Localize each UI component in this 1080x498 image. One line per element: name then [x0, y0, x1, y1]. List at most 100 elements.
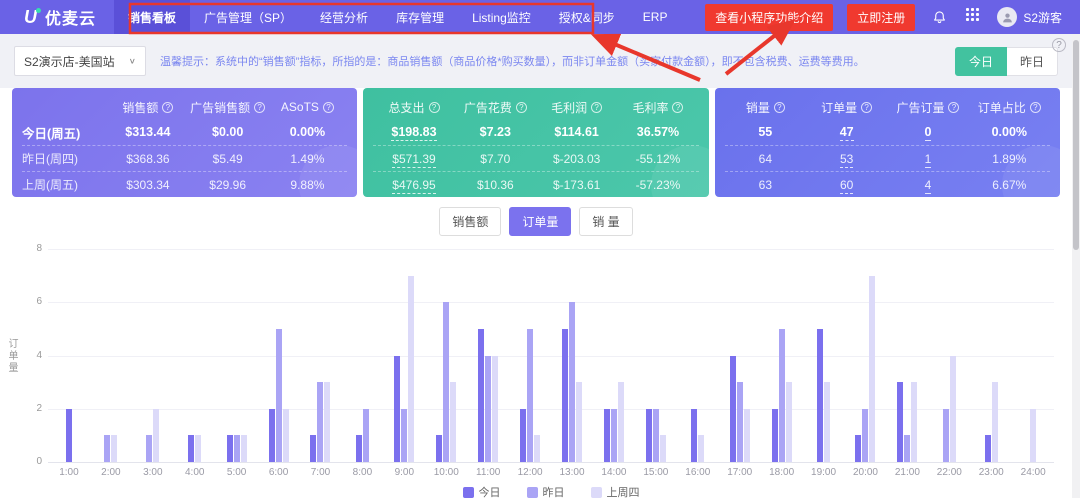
bar-昨日[interactable]	[611, 409, 617, 462]
bar-今日[interactable]	[691, 409, 697, 462]
help-icon[interactable]: ?	[948, 102, 959, 113]
bar-今日[interactable]	[356, 435, 362, 462]
bar-今日[interactable]	[985, 435, 991, 462]
card-value-text[interactable]: 60	[840, 178, 853, 194]
card-value-text[interactable]: $476.95	[392, 178, 435, 194]
bar-上周四[interactable]	[111, 435, 117, 462]
bar-昨日[interactable]	[401, 409, 407, 462]
help-icon[interactable]: ?	[254, 102, 265, 113]
bar-今日[interactable]	[646, 409, 652, 462]
help-icon[interactable]: ?	[162, 102, 173, 113]
bar-上周四[interactable]	[450, 382, 456, 462]
help-icon[interactable]: ?	[516, 102, 527, 113]
bar-昨日[interactable]	[317, 382, 323, 462]
bar-上周四[interactable]	[324, 382, 330, 462]
card-value-text[interactable]: 0	[925, 125, 932, 141]
bar-今日[interactable]	[817, 329, 823, 462]
miniapp-intro-button[interactable]: 查看小程序功能介绍	[705, 4, 833, 31]
tab-销售额[interactable]: 销售额	[439, 207, 501, 236]
tab-销量[interactable]: 销 量	[579, 207, 632, 236]
store-select[interactable]: S2演示店-美国站 ∨	[14, 46, 146, 76]
nav-item-ERP[interactable]: ERP	[629, 0, 682, 34]
bar-今日[interactable]	[562, 329, 568, 462]
legend-item-昨日[interactable]: 昨日	[527, 484, 565, 498]
bar-今日[interactable]	[855, 435, 861, 462]
bar-上周四[interactable]	[241, 435, 247, 462]
bar-上周四[interactable]	[950, 356, 956, 463]
notification-bell-icon[interactable]	[929, 7, 949, 27]
bar-昨日[interactable]	[943, 409, 949, 462]
bar-昨日[interactable]	[443, 302, 449, 462]
nav-item-广告管理（SP）[interactable]: 广告管理（SP）	[190, 0, 306, 34]
bar-上周四[interactable]	[698, 435, 704, 462]
bar-上周四[interactable]	[283, 409, 289, 462]
bar-上周四[interactable]	[195, 435, 201, 462]
card-value-text[interactable]: $198.83	[391, 125, 436, 141]
bar-今日[interactable]	[436, 435, 442, 462]
help-icon[interactable]: ?	[774, 102, 785, 113]
card-value-text[interactable]: 4	[925, 178, 932, 194]
bar-上周四[interactable]	[660, 435, 666, 462]
help-icon[interactable]: ?	[1030, 102, 1041, 113]
tab-订单量[interactable]: 订单量	[509, 207, 571, 236]
bar-上周四[interactable]	[576, 382, 582, 462]
card-value-text[interactable]: $571.39	[392, 152, 435, 168]
apps-grid-icon[interactable]	[963, 7, 983, 27]
bar-今日[interactable]	[310, 435, 316, 462]
nav-item-库存管理[interactable]: 库存管理	[382, 0, 458, 34]
bar-今日[interactable]	[394, 356, 400, 463]
bar-今日[interactable]	[66, 409, 72, 462]
bar-今日[interactable]	[269, 409, 275, 462]
user-menu[interactable]: S2游客	[997, 7, 1062, 27]
bar-昨日[interactable]	[569, 302, 575, 462]
bar-今日[interactable]	[227, 435, 233, 462]
nav-item-Listing监控[interactable]: Listing监控	[458, 0, 545, 34]
card-value-text[interactable]: 53	[840, 152, 853, 168]
bar-上周四[interactable]	[408, 276, 414, 462]
scrollbar-thumb[interactable]	[1073, 40, 1079, 250]
bar-昨日[interactable]	[146, 435, 152, 462]
bar-昨日[interactable]	[779, 329, 785, 462]
bar-今日[interactable]	[188, 435, 194, 462]
card-value-text[interactable]: 47	[840, 125, 854, 141]
bar-上周四[interactable]	[153, 409, 159, 462]
bar-昨日[interactable]	[104, 435, 110, 462]
nav-item-销售看板[interactable]: 销售看板	[114, 0, 190, 34]
bar-今日[interactable]	[478, 329, 484, 462]
bar-昨日[interactable]	[653, 409, 659, 462]
app-logo[interactable]: U 优麦云	[0, 5, 114, 29]
legend-item-今日[interactable]: 今日	[463, 484, 501, 498]
nav-item-授权&同步[interactable]: 授权&同步	[545, 0, 629, 34]
bar-上周四[interactable]	[744, 409, 750, 462]
bar-上周四[interactable]	[618, 382, 624, 462]
bar-上周四[interactable]	[824, 382, 830, 462]
bar-昨日[interactable]	[737, 382, 743, 462]
register-button[interactable]: 立即注册	[847, 4, 915, 31]
scrollbar[interactable]	[1072, 34, 1080, 498]
today-button[interactable]: 今日	[955, 47, 1007, 76]
bar-上周四[interactable]	[492, 356, 498, 463]
bar-昨日[interactable]	[862, 409, 868, 462]
bar-上周四[interactable]	[992, 382, 998, 462]
legend-item-上周四[interactable]: 上周四	[591, 484, 640, 498]
bar-上周四[interactable]	[1030, 409, 1036, 462]
bar-今日[interactable]	[897, 382, 903, 462]
bar-昨日[interactable]	[527, 329, 533, 462]
card-value-text[interactable]: 1	[925, 152, 932, 168]
bar-昨日[interactable]	[363, 409, 369, 462]
bar-今日[interactable]	[772, 409, 778, 462]
page-help-icon[interactable]: ?	[1052, 38, 1066, 52]
nav-item-经营分析[interactable]: 经营分析	[306, 0, 382, 34]
bar-今日[interactable]	[520, 409, 526, 462]
yesterday-button[interactable]: 昨日	[1007, 47, 1058, 76]
bar-上周四[interactable]	[786, 382, 792, 462]
bar-今日[interactable]	[604, 409, 610, 462]
help-icon[interactable]: ?	[861, 102, 872, 113]
help-icon[interactable]: ?	[429, 102, 440, 113]
bar-上周四[interactable]	[911, 382, 917, 462]
bar-上周四[interactable]	[869, 276, 875, 462]
bar-今日[interactable]	[730, 356, 736, 463]
bar-昨日[interactable]	[485, 356, 491, 463]
help-icon[interactable]: ?	[591, 102, 602, 113]
bar-昨日[interactable]	[904, 435, 910, 462]
